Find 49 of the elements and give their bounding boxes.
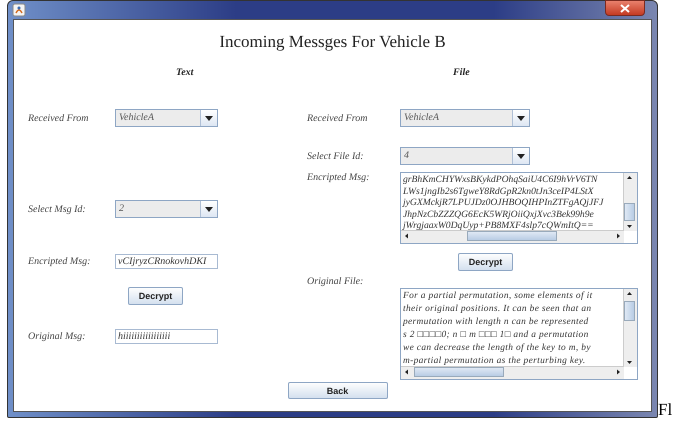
message-id-dropdown[interactable]: 2 [115, 200, 218, 218]
scroll-thumb[interactable] [624, 301, 635, 321]
field-label: Select File Id: [307, 150, 365, 162]
window-heading: Incoming Messges For Vehicle B [218, 32, 447, 52]
caret-icon [205, 116, 213, 120]
text-line: JhpNzCbZZZQG6EcK5WRjOiiQxjXvc3Bek99h9e [403, 208, 594, 220]
decrypt-button[interactable]: Decrypt [458, 253, 513, 271]
encrypted-text-area[interactable]: grBhKmCHYWxsBKykdPOhqSaiU4C6I9hVrV6TN LWs1jngIb2s6TgweY8RdGpR2kn0tJn3ceIP4LStX jyGXMckjR7LPUJDz0OJHBOQIHPInZTFgAQjJFJ JhpNzCbZZZQG6EcK5WRjOiiQxjXvc3Bek99h9e jWrgjaaxW0DqUyp+PB8MXF4slp7cQWmItQ== [400, 172, 638, 244]
close-button[interactable] [605, 0, 645, 16]
back-button[interactable]: Back [288, 382, 388, 399]
scroll-thumb[interactable] [467, 231, 557, 241]
horizontal-scrollbar[interactable] [401, 366, 624, 379]
close-icon [620, 4, 630, 12]
field-label: Received From [307, 112, 368, 124]
horizontal-scrollbar[interactable] [401, 230, 624, 243]
caret-icon [517, 154, 525, 158]
text-line: s 2 □□□□0; n □ m □□□ 1□ and a permutation [403, 329, 589, 342]
text-line: m-partial permutation as the perturbing key. [403, 355, 586, 368]
text-line: LWs1jngIb2s6TgweY8RdGpR2kn0tJn3ceIP4LStX [403, 186, 594, 197]
field-label: Select Msg Id: [28, 204, 87, 214]
text-line: jyGXMckjR7LPUJDz0OJHBOQIHPInZTFgAQjJFJ [403, 197, 604, 208]
caret-icon [205, 206, 213, 212]
field-label: Original File: [307, 276, 364, 287]
scroll-thumb[interactable] [414, 367, 504, 377]
vertical-scrollbar[interactable] [623, 173, 637, 231]
sender-dropdown[interactable]: VehicleA [400, 109, 530, 127]
field-label: Encripted Msg: [28, 256, 92, 267]
scroll-thumb[interactable] [624, 203, 635, 221]
original-message-field[interactable]: hiiiiiiiiiiiiiiiii [115, 329, 218, 344]
text-line: For a partial permutation, some elements of it [403, 290, 593, 303]
panel-header: File [452, 67, 471, 79]
text-line: their original positions. It can be seen that an [403, 303, 592, 316]
encrypted-message-field[interactable]: vCIjryzCRnokovhDKI [115, 254, 218, 269]
original-file-text-area[interactable] [400, 288, 638, 380]
field-label: Original Msg: [28, 331, 86, 342]
decrypt-button[interactable]: Decrypt [128, 287, 183, 305]
field-label: Encripted Msg: [307, 172, 370, 183]
text-line: permutation with length n can be represented [403, 316, 589, 329]
vertical-scrollbar[interactable] [623, 289, 637, 367]
text-line: we can decrease the length of the key to m, by [403, 342, 591, 355]
text-line: jWrgjaaxW0DqUyp+PB8MXF4slp7cQWmItQ== [403, 220, 594, 232]
caret-icon [517, 116, 525, 120]
panel-header: Text [175, 67, 194, 79]
file-id-dropdown[interactable]: 4 [400, 147, 530, 165]
text-line: grBhKmCHYWxsBKykdPOhqSaiU4C6I9hVrV6TN [403, 174, 598, 186]
app-icon [12, 3, 26, 17]
text-fragment: Fl [658, 400, 672, 420]
field-label: Received From [28, 112, 90, 124]
sender-dropdown[interactable]: VehicleA [115, 109, 218, 127]
